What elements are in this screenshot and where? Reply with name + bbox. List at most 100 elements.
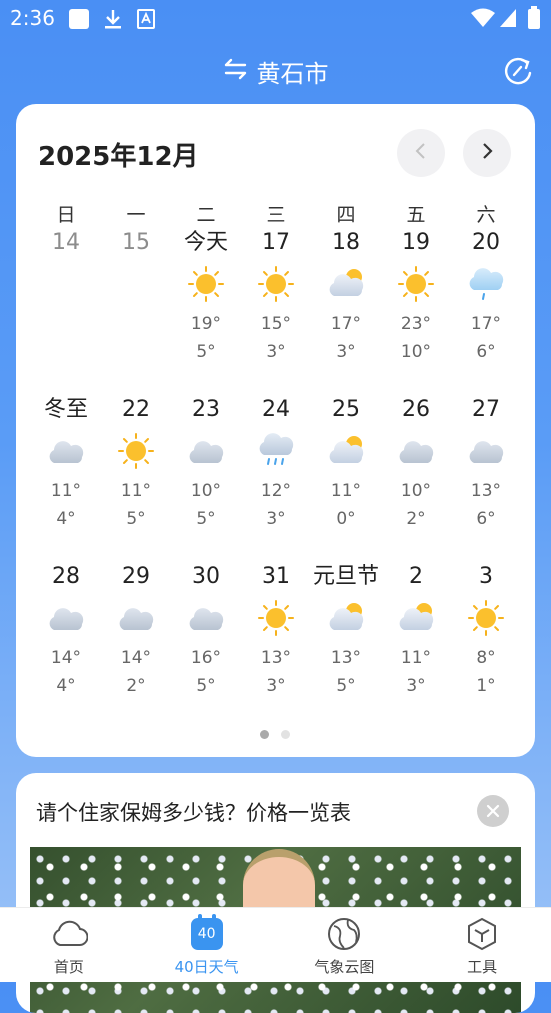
- bottom-nav: 首页 40 40日天气 气象云图 工具: [0, 907, 551, 982]
- low-temp: 10°: [400, 342, 432, 362]
- high-temp: 17°: [330, 314, 362, 334]
- weekday-label: 四: [336, 204, 356, 226]
- partly-cloudy-icon: [326, 425, 366, 477]
- calendar-day[interactable]: 27 13° 6°: [451, 395, 521, 533]
- ad-title[interactable]: 请个住家保姆多少钱？价格一览表: [36, 797, 351, 827]
- tab-label: 40日天气: [174, 958, 239, 976]
- calendar-day[interactable]: 14: [31, 228, 101, 366]
- calendar-40-icon: 40: [190, 914, 223, 952]
- low-temp: 5°: [196, 509, 216, 529]
- high-temp: 17°: [470, 314, 502, 334]
- day-label: 今天: [183, 230, 228, 255]
- high-temp: 12°: [260, 481, 292, 501]
- calendar-day[interactable]: 26 10° 2°: [381, 395, 451, 533]
- high-temp: 10°: [190, 481, 222, 501]
- high-temp: 11°: [120, 481, 152, 501]
- low-temp: 6°: [476, 342, 496, 362]
- cloud-icon: [46, 425, 86, 477]
- download-icon: [102, 8, 124, 34]
- day-label: 20: [472, 230, 500, 255]
- prev-month-button[interactable]: [397, 129, 445, 177]
- day-label: 冬至: [43, 397, 88, 422]
- low-temp: 3°: [266, 342, 286, 362]
- tab-40-day-weather[interactable]: 40 40日天气: [138, 908, 276, 982]
- sun-icon: [186, 258, 226, 310]
- calendar-day[interactable]: 30 16° 5°: [171, 562, 241, 700]
- day-label: 31: [262, 564, 290, 589]
- low-temp: 5°: [196, 676, 216, 696]
- calendar-day[interactable]: 3 8° 1°: [451, 562, 521, 700]
- cloud-icon: [50, 916, 88, 952]
- calendar-day[interactable]: 2 11° 3°: [381, 562, 451, 700]
- sun-icon: [256, 592, 296, 644]
- tab-home[interactable]: 首页: [0, 908, 138, 982]
- cloud-icon: [396, 425, 436, 477]
- page-dot[interactable]: [281, 730, 290, 739]
- high-temp: 14°: [50, 648, 82, 668]
- calendar-card: 2025年12月 日 一 二 三 四 五 六 14 15 今天 19° 5° 17 15° 3…: [16, 104, 535, 757]
- square-icon: [68, 8, 90, 34]
- tab-cloud-map[interactable]: 气象云图: [276, 908, 414, 982]
- calendar-day[interactable]: 冬至 11° 4°: [31, 395, 101, 533]
- calendar-day[interactable]: 15: [101, 228, 171, 366]
- calendar-day[interactable]: 25 11° 0°: [311, 395, 381, 533]
- weekday-header: 日 一 二 三 四 五 六: [31, 200, 521, 227]
- calendar-day[interactable]: 24 12° 3°: [241, 395, 311, 533]
- sun-icon: [256, 258, 296, 310]
- calendar-day[interactable]: 19 23° 10°: [381, 228, 451, 366]
- calendar-day[interactable]: 29 14° 2°: [101, 562, 171, 700]
- chevron-right-icon: [479, 141, 495, 165]
- day-label: 28: [52, 564, 80, 589]
- calendar-day[interactable]: 22 11° 5°: [101, 395, 171, 533]
- weekday-label: 五: [406, 204, 426, 226]
- day-label: 23: [192, 397, 220, 422]
- image-a-icon: [136, 8, 156, 34]
- day-label: 元旦节: [312, 564, 379, 589]
- high-temp: 11°: [330, 481, 362, 501]
- swap-arrows-icon: [223, 58, 249, 86]
- app-header: 黄石市: [0, 44, 551, 100]
- low-temp: 3°: [406, 676, 426, 696]
- wifi-icon: [470, 7, 496, 33]
- low-temp: 2°: [406, 509, 426, 529]
- low-temp: 1°: [476, 676, 496, 696]
- high-temp: 15°: [260, 314, 292, 334]
- day-label: 3: [479, 564, 493, 589]
- low-temp: 3°: [266, 676, 286, 696]
- calendar-day[interactable]: 17 15° 3°: [241, 228, 311, 366]
- low-temp: 3°: [336, 342, 356, 362]
- next-month-button[interactable]: [463, 129, 511, 177]
- calendar-day[interactable]: 23 10° 5°: [171, 395, 241, 533]
- cloud-icon: [466, 425, 506, 477]
- calendar-week-row: 冬至 11° 4° 22 11° 5° 23 10° 5° 24 12° 3° 25 11° 0° 26 10°…: [31, 395, 521, 533]
- high-temp: 16°: [190, 648, 222, 668]
- city-selector[interactable]: 黄石市: [0, 54, 551, 89]
- close-icon[interactable]: [477, 795, 509, 827]
- high-temp: 13°: [260, 648, 292, 668]
- partly-cloudy-icon: [326, 592, 366, 644]
- low-temp: 4°: [56, 509, 76, 529]
- high-temp: 8°: [476, 648, 496, 668]
- partly-cloudy-icon: [396, 592, 436, 644]
- city-name: 黄石市: [256, 60, 329, 88]
- tab-tools[interactable]: 工具: [413, 908, 551, 982]
- day-label: 27: [472, 397, 500, 422]
- battery-icon: [527, 6, 541, 34]
- calendar-day[interactable]: 元旦节 13° 5°: [311, 562, 381, 700]
- calendar-day[interactable]: 18 17° 3°: [311, 228, 381, 366]
- high-temp: 23°: [400, 314, 432, 334]
- signal-icon: [498, 7, 518, 33]
- status-time: 2:36: [10, 6, 55, 30]
- day-label: 2: [409, 564, 423, 589]
- high-temp: 11°: [400, 648, 432, 668]
- sun-icon: [466, 592, 506, 644]
- refresh-icon[interactable]: [501, 54, 535, 92]
- tab-label: 首页: [53, 958, 84, 976]
- calendar-day[interactable]: 31 13° 3°: [241, 562, 311, 700]
- day-label: 29: [122, 564, 150, 589]
- calendar-day[interactable]: 今天 19° 5°: [171, 228, 241, 366]
- high-temp: 19°: [190, 314, 222, 334]
- calendar-day[interactable]: 20 17° 6°: [451, 228, 521, 366]
- calendar-day[interactable]: 28 14° 4°: [31, 562, 101, 700]
- page-dot[interactable]: [260, 730, 269, 739]
